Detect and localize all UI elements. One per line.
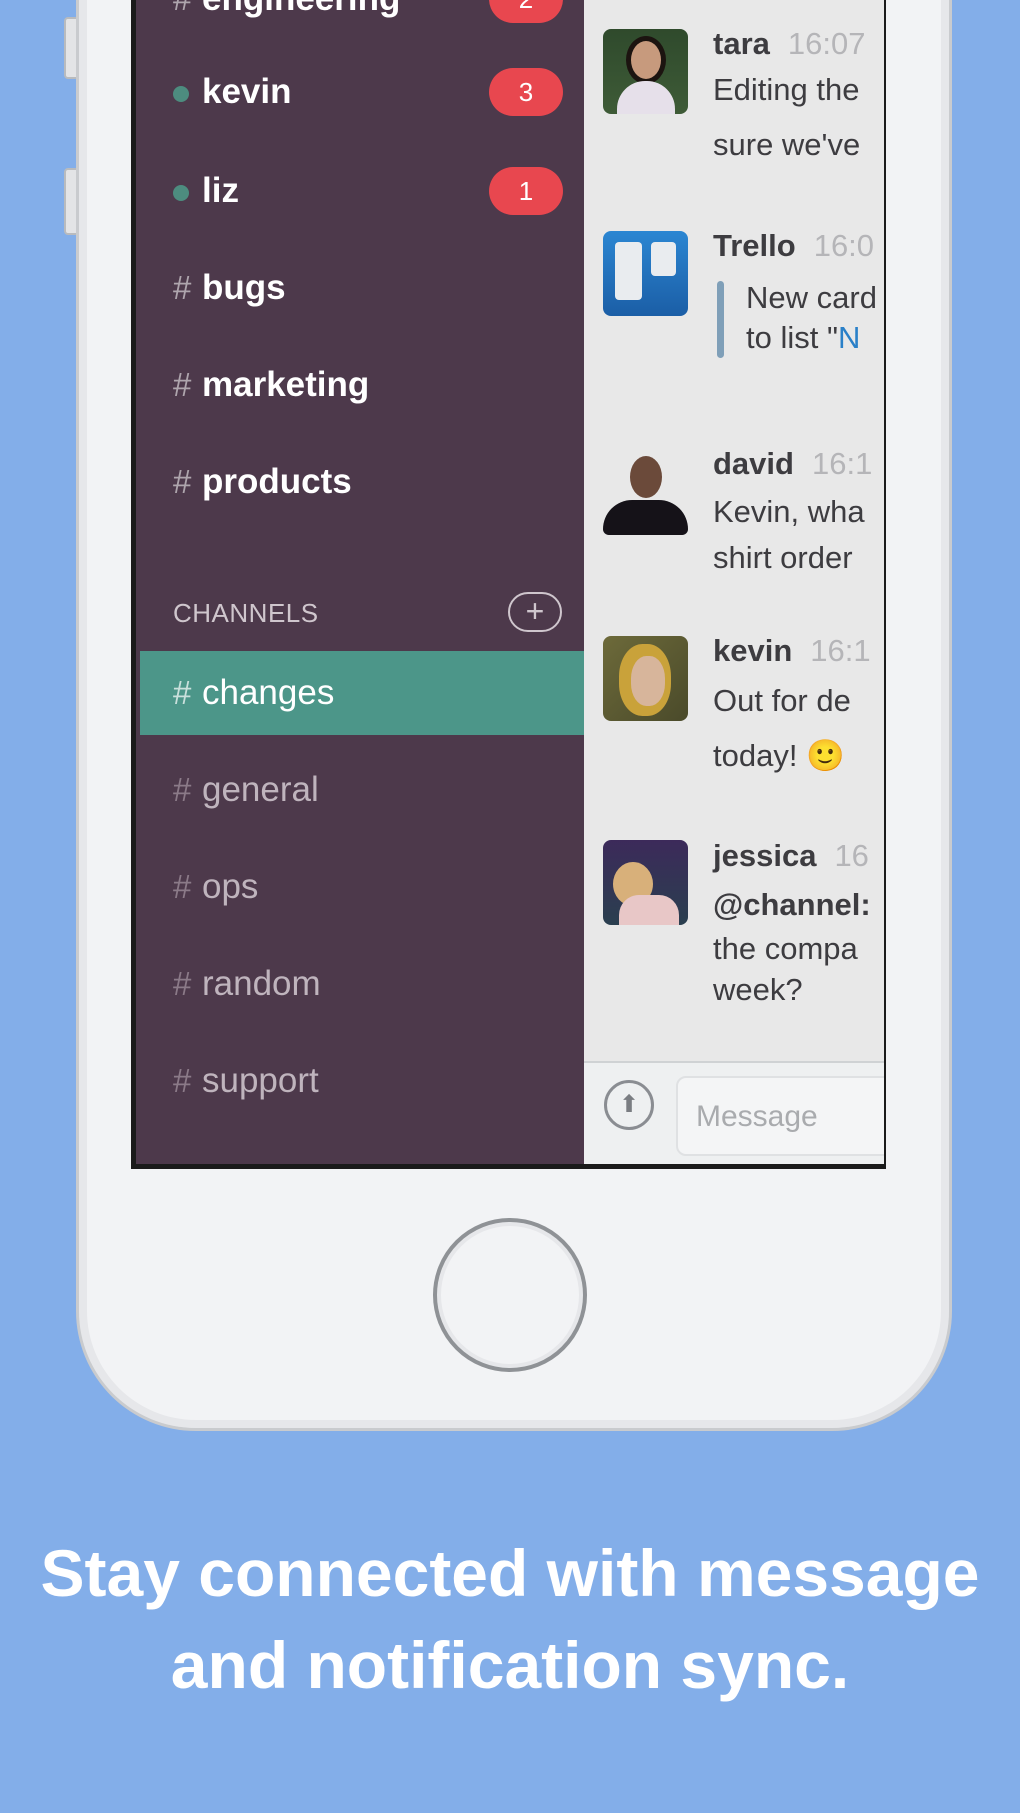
- message-timestamp: 16:07: [787, 26, 866, 61]
- attachment-quote-bar: [717, 281, 724, 358]
- home-button[interactable]: [433, 1218, 587, 1372]
- message-timestamp: 16:1: [811, 446, 873, 481]
- presence-dot-icon: [173, 185, 189, 201]
- message-text: Kevin, wha: [713, 494, 865, 529]
- hash-icon: #: [173, 366, 192, 403]
- sidebar-channel-random[interactable]: # random: [136, 942, 584, 1026]
- sidebar-item-bugs[interactable]: # bugs: [136, 246, 584, 330]
- message-timestamp: 16:1: [810, 633, 871, 668]
- sidebar-channel-ops[interactable]: # ops: [136, 845, 584, 929]
- message-timestamp: 16: [834, 838, 869, 873]
- sidebar-channel-general[interactable]: # general: [136, 748, 584, 832]
- message-text: Out for de: [713, 683, 851, 718]
- message-author[interactable]: tara 16:07: [713, 26, 865, 62]
- sidebar-item-label: products: [202, 462, 352, 501]
- hash-icon: #: [173, 965, 192, 1002]
- hash-icon: #: [173, 674, 192, 711]
- sidebar-item-label: general: [202, 770, 319, 809]
- hash-icon: #: [173, 868, 192, 905]
- attachment-text: to list "N: [746, 320, 861, 355]
- sidebar-item-label: ops: [202, 867, 259, 906]
- hash-icon: #: [173, 0, 191, 18]
- message-text: the compa: [713, 931, 858, 966]
- message-input-bar: ⬆ Message: [584, 1061, 884, 1164]
- unread-badge: 2: [489, 0, 563, 23]
- message-author[interactable]: jessica 16: [713, 838, 869, 874]
- sidebar-item-label: kevin: [202, 72, 292, 111]
- caption-line-1: Stay connected with message: [40, 1536, 980, 1610]
- sidebar-item-label: liz: [202, 171, 239, 210]
- sidebar-item-label: engineering: [202, 0, 400, 19]
- message-text: Editing the: [713, 72, 860, 107]
- presence-dot-icon: [173, 86, 189, 102]
- hash-icon: #: [173, 269, 192, 306]
- sidebar-item-marketing[interactable]: # marketing: [136, 343, 584, 427]
- message-text: shirt order: [713, 540, 853, 575]
- caption-line-2: and notification sync.: [170, 1628, 850, 1702]
- smiley-emoji-icon: 🙂: [806, 738, 845, 773]
- message-text: @channel:: [713, 887, 871, 922]
- list-link[interactable]: N: [838, 320, 860, 355]
- sidebar-item-products[interactable]: # products: [136, 440, 584, 524]
- message-pane: tara 16:07 Editing the sure we've Trello 1…: [584, 0, 884, 1164]
- avatar[interactable]: [603, 454, 688, 539]
- upload-icon[interactable]: ⬆: [604, 1080, 654, 1130]
- hash-icon: #: [173, 463, 192, 500]
- message-input-placeholder: Message: [696, 1100, 818, 1133]
- sidebar-item-engineering[interactable]: # engineering 2: [136, 0, 584, 41]
- sidebar-channel-changes[interactable]: # changes: [140, 651, 584, 735]
- add-channel-button[interactable]: +: [508, 592, 562, 632]
- sidebar: # engineering 2 kevin 3 liz 1 # bugs # m…: [136, 0, 584, 1164]
- unread-badge: 1: [489, 167, 563, 215]
- avatar[interactable]: [603, 636, 688, 721]
- sidebar-item-label: support: [202, 1061, 319, 1100]
- message-text: week?: [713, 972, 803, 1007]
- channels-header: CHANNELS: [173, 598, 319, 628]
- avatar[interactable]: [603, 29, 688, 114]
- message-author[interactable]: Trello 16:0: [713, 228, 874, 264]
- attachment-text: New card: [746, 280, 877, 315]
- caption: Stay connected with message and notifica…: [0, 1527, 1020, 1711]
- avatar[interactable]: [603, 840, 688, 925]
- sidebar-item-liz[interactable]: liz 1: [136, 149, 584, 233]
- message-text: today! 🙂: [713, 738, 845, 773]
- hash-icon: #: [173, 1062, 192, 1099]
- sidebar-item-label: changes: [202, 673, 335, 712]
- message-author[interactable]: kevin 16:1: [713, 633, 871, 669]
- trello-icon[interactable]: [603, 231, 688, 316]
- message-author[interactable]: david 16:1: [713, 446, 872, 482]
- hash-icon: #: [173, 771, 192, 808]
- sidebar-channel-support[interactable]: # support: [136, 1039, 584, 1123]
- sidebar-item-label: bugs: [202, 268, 286, 307]
- message-text: sure we've: [713, 127, 861, 162]
- message-timestamp: 16:0: [813, 228, 875, 263]
- unread-badge: 3: [489, 68, 563, 116]
- message-input[interactable]: Message: [676, 1076, 884, 1156]
- sidebar-item-label: random: [202, 964, 321, 1003]
- sidebar-item-label: marketing: [202, 365, 370, 404]
- sidebar-item-kevin[interactable]: kevin 3: [136, 50, 584, 134]
